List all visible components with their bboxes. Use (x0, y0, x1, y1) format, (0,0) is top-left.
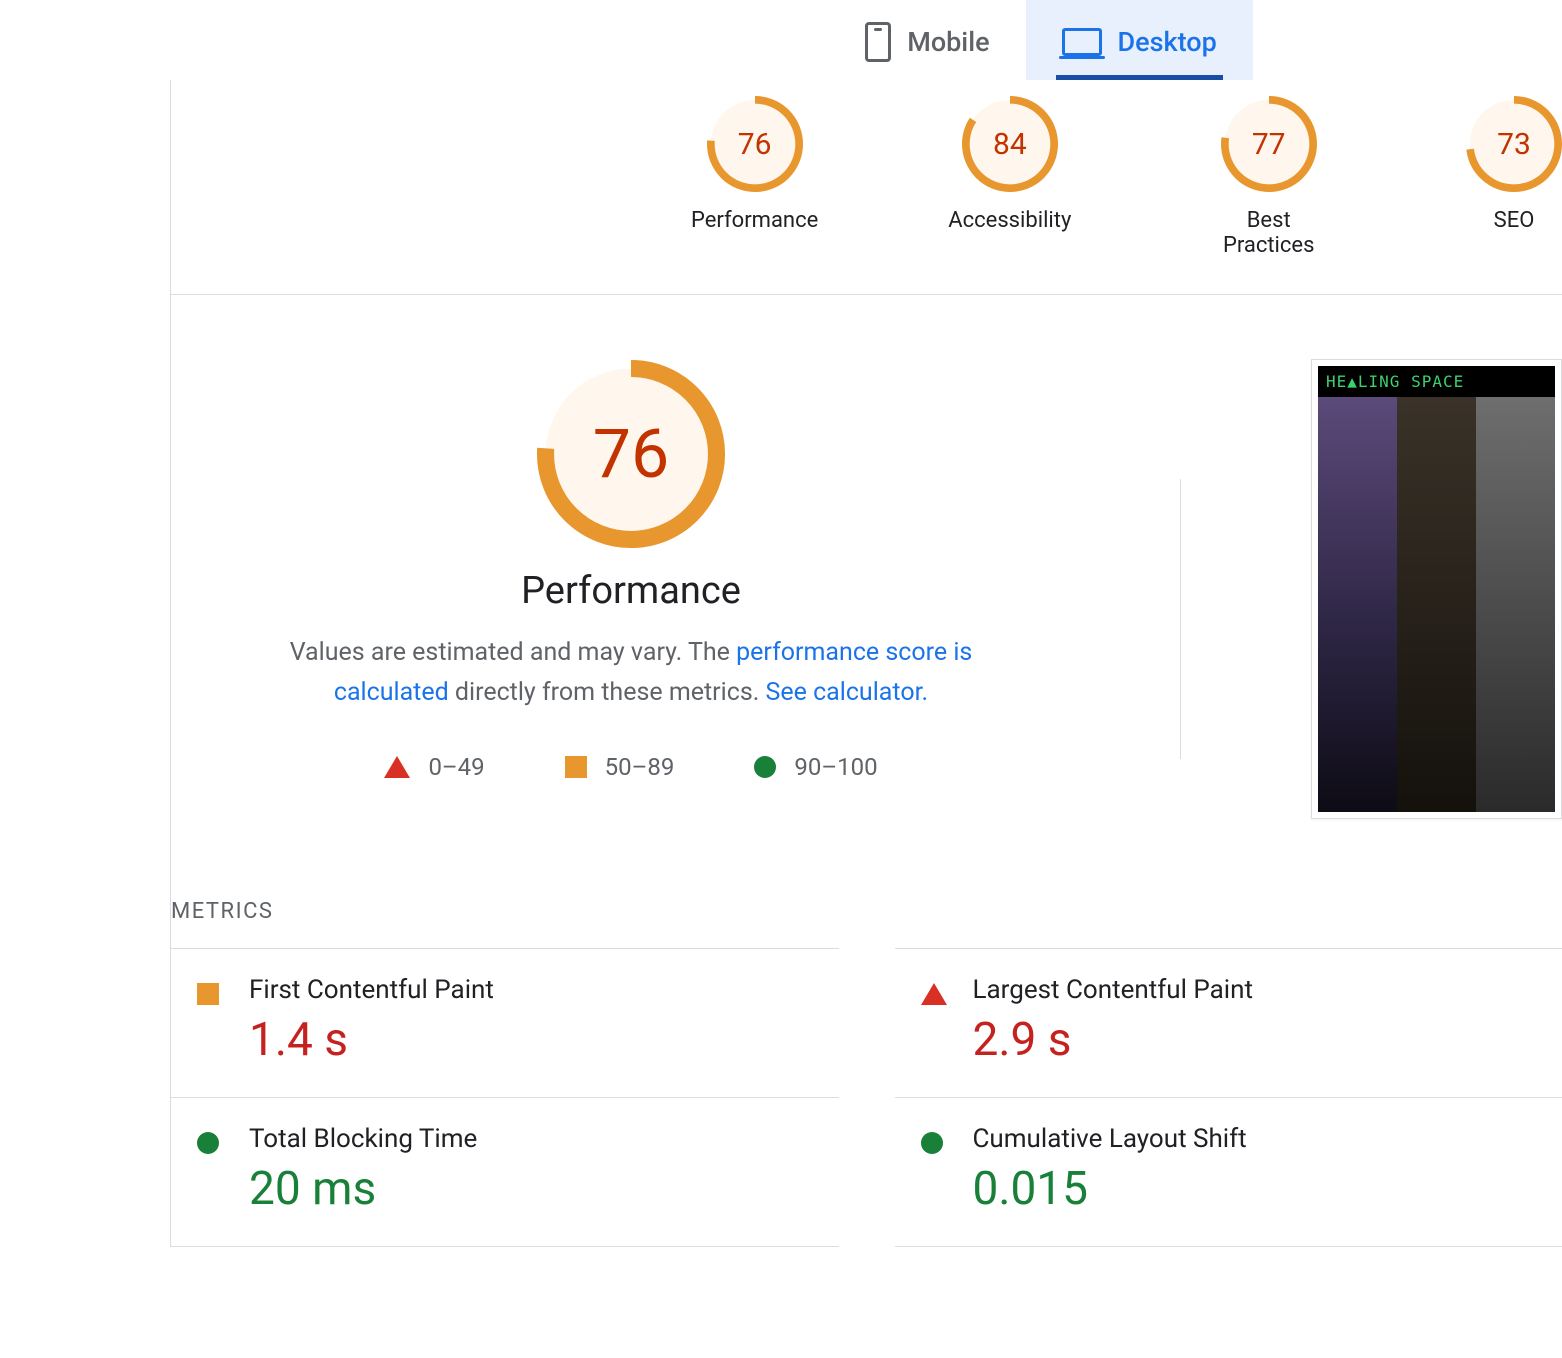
gauge-seo-score: 73 (1466, 96, 1562, 192)
legend-avg: 50–89 (565, 753, 675, 781)
gauge-seo[interactable]: 73 SEO (1466, 96, 1562, 258)
legend-fail-text: 0–49 (428, 753, 484, 781)
metric-tbt-name: Total Blocking Time (249, 1124, 839, 1154)
metric-fcp-name: First Contentful Paint (249, 975, 839, 1005)
gauge-performance[interactable]: 76 Performance (691, 96, 818, 258)
big-gauge: 76 (536, 359, 726, 549)
tab-mobile-label: Mobile (907, 26, 989, 58)
report: 76 Performance 84 Accessibility 77 (170, 80, 1562, 1247)
device-tabs: Mobile Desktop (520, 0, 1562, 80)
metric-lcp-name: Largest Contentful Paint (973, 975, 1562, 1005)
hero-description: Values are estimated and may vary. The p… (231, 633, 1031, 713)
legend-fail: 0–49 (384, 753, 484, 781)
performance-hero: 76 Performance Values are estimated and … (171, 295, 1562, 819)
hero-desc-text1: Values are estimated and may vary. The (290, 638, 736, 667)
thumbnail-banner: HE▲LING SPACE (1318, 366, 1555, 397)
tab-desktop[interactable]: Desktop (1026, 0, 1253, 80)
hero-title: Performance (211, 569, 1051, 613)
triangle-icon (384, 756, 410, 778)
link-see-calculator[interactable]: See calculator. (766, 678, 929, 707)
metric-cls-name: Cumulative Layout Shift (973, 1124, 1562, 1154)
score-legend: 0–49 50–89 90–100 (211, 753, 1051, 781)
metric-lcp-value: 2.9 s (973, 1013, 1562, 1067)
gauge-performance-score: 76 (707, 96, 803, 192)
gauge-bestpractices-label: Best Practices (1201, 208, 1336, 258)
metric-tbt[interactable]: Total Blocking Time 20 ms (171, 1097, 839, 1247)
gauge-accessibility-score: 84 (962, 96, 1058, 192)
category-gauges: 76 Performance 84 Accessibility 77 (171, 90, 1562, 295)
metrics-heading: METRICS (171, 899, 1562, 948)
tab-desktop-label: Desktop (1118, 26, 1217, 58)
gauge-seo-label: SEO (1466, 208, 1562, 233)
legend-pass-text: 90–100 (794, 753, 877, 781)
square-icon (197, 983, 219, 1005)
vertical-divider (1180, 479, 1181, 759)
triangle-icon (921, 983, 947, 1005)
gauge-bestpractices-score: 77 (1221, 96, 1317, 192)
gauge-accessibility[interactable]: 84 Accessibility (948, 96, 1071, 258)
gauge-performance-label: Performance (691, 208, 818, 233)
circle-icon (921, 1132, 943, 1154)
metric-cls-value: 0.015 (973, 1162, 1562, 1216)
circle-icon (197, 1132, 219, 1154)
gauge-accessibility-label: Accessibility (948, 208, 1071, 233)
metric-tbt-value: 20 ms (249, 1162, 839, 1216)
metric-cls[interactable]: Cumulative Layout Shift 0.015 (895, 1097, 1562, 1247)
circle-icon (754, 756, 776, 778)
legend-avg-text: 50–89 (605, 753, 675, 781)
screenshot-thumbnail[interactable]: HE▲LING SPACE (1311, 359, 1562, 819)
gauge-bestpractices[interactable]: 77 Best Practices (1201, 96, 1336, 258)
square-icon (565, 756, 587, 778)
metric-fcp-value: 1.4 s (249, 1013, 839, 1067)
legend-pass: 90–100 (754, 753, 877, 781)
tab-mobile[interactable]: Mobile (829, 0, 1025, 80)
hero-desc-text2: directly from these metrics. (449, 678, 766, 707)
metrics-section: METRICS First Contentful Paint 1.4 s Tot… (171, 819, 1562, 1247)
metric-fcp[interactable]: First Contentful Paint 1.4 s (171, 948, 839, 1097)
mobile-icon (865, 22, 891, 62)
metric-lcp[interactable]: Largest Contentful Paint 2.9 s (895, 948, 1562, 1097)
desktop-icon (1062, 28, 1102, 56)
hero-score: 76 (536, 359, 726, 549)
